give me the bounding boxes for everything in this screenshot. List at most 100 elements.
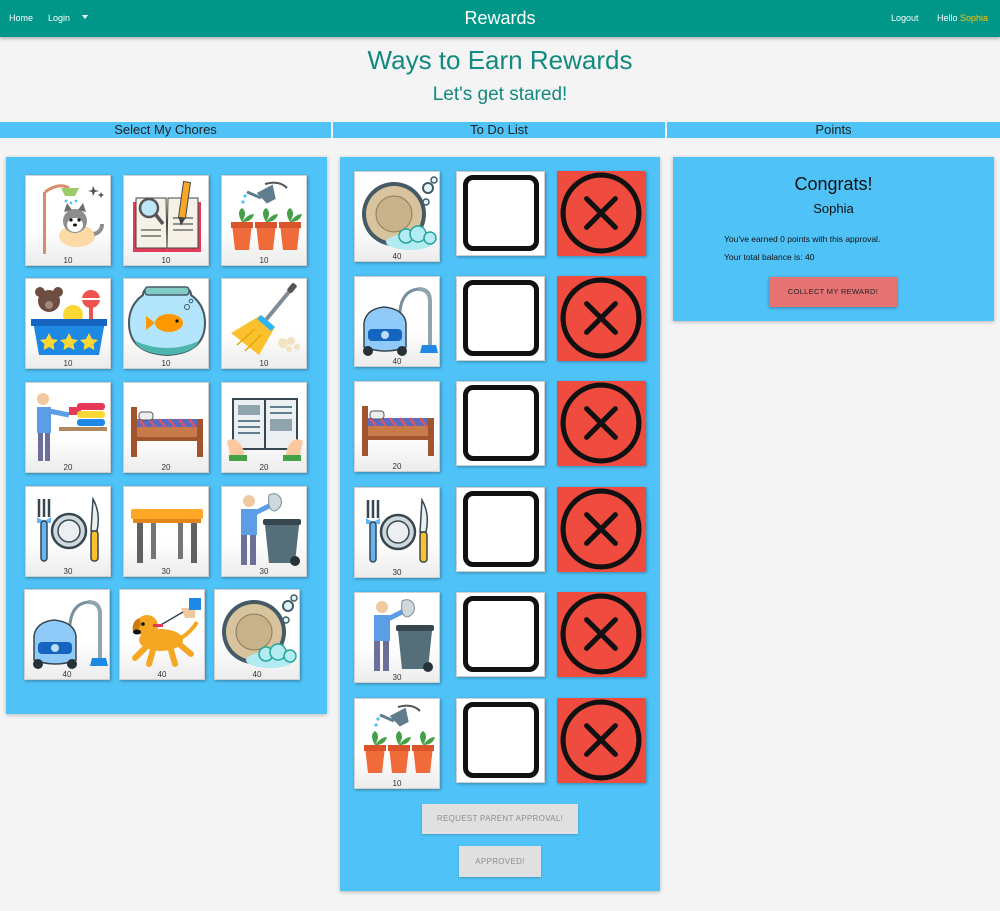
total-balance-text: Your total balance is: 40 [724, 252, 815, 262]
chore-points: 20 [259, 463, 269, 472]
walk-dog-icon [123, 592, 203, 672]
chore-tile[interactable]: 20 [221, 382, 307, 473]
dishes-icon [358, 174, 438, 254]
chore-tile[interactable]: 40 [24, 589, 110, 680]
chore-points: 20 [63, 463, 73, 472]
make-bed-icon [127, 385, 207, 465]
checkbox-square-icon [463, 596, 539, 672]
todo-chore-tile[interactable]: 30 [354, 592, 440, 683]
set-table-icon [29, 489, 109, 569]
chore-tile[interactable]: 10 [25, 278, 111, 369]
checkbox-square-icon [463, 175, 539, 251]
close-circle-icon [560, 172, 642, 254]
app-brand[interactable]: Rewards [0, 8, 1000, 29]
todo-points: 10 [392, 779, 402, 788]
close-circle-icon [560, 593, 642, 675]
set-table-icon [358, 490, 438, 570]
todo-points: 40 [392, 252, 402, 261]
chore-points: 10 [259, 256, 269, 265]
water-plants-icon [225, 178, 305, 258]
remove-button[interactable] [557, 487, 646, 572]
points-header: Points [667, 122, 1000, 138]
todo-points: 20 [392, 462, 402, 471]
chore-tile[interactable]: 40 [119, 589, 205, 680]
trash-icon [358, 595, 438, 675]
chore-tile[interactable]: 40 [214, 589, 300, 680]
todo-chore-tile[interactable]: 20 [354, 381, 440, 472]
checkbox-square-icon [463, 702, 539, 778]
chore-points: 20 [161, 463, 171, 472]
chore-tile[interactable]: 10 [221, 175, 307, 266]
chore-points: 40 [62, 670, 72, 679]
todo-chore-tile[interactable]: 40 [354, 276, 440, 367]
toy-box-icon [29, 281, 109, 361]
chore-points: 10 [63, 256, 73, 265]
remove-button[interactable] [557, 381, 646, 466]
chore-points: 10 [259, 359, 269, 368]
close-circle-icon [560, 699, 642, 781]
request-approval-button[interactable]: REQUEST PARENT APPROVAL! [422, 804, 578, 834]
chore-tile[interactable]: 30 [221, 486, 307, 577]
chore-points: 40 [157, 670, 167, 679]
page-title: Ways to Earn Rewards [367, 45, 633, 75]
reading-icon [225, 385, 305, 465]
laundry-icon [29, 385, 109, 465]
vacuum-icon [358, 279, 438, 359]
todo-points: 30 [392, 673, 402, 682]
chore-tile[interactable]: 10 [123, 175, 209, 266]
chore-points: 10 [63, 359, 73, 368]
make-bed-icon [358, 384, 438, 464]
checkbox-square-icon [463, 385, 539, 461]
dishes-icon [218, 592, 298, 672]
greeting-label: Hello [937, 13, 958, 23]
congrats-user-name: Sophia [813, 201, 854, 216]
complete-checkbox[interactable] [456, 592, 545, 677]
select-chores-header: Select My Chores [0, 122, 331, 138]
chore-tile[interactable]: 10 [25, 175, 111, 266]
complete-checkbox[interactable] [456, 381, 545, 466]
chore-tile[interactable]: 10 [123, 278, 209, 369]
chore-tile[interactable]: 20 [123, 382, 209, 473]
fish-bowl-icon [127, 281, 207, 361]
water-plants-icon [358, 701, 438, 781]
broom-icon [225, 281, 305, 361]
complete-checkbox[interactable] [456, 698, 545, 783]
top-navbar: Home Login Rewards Logout Hello Sophia [0, 0, 1000, 37]
dog-bath-icon [29, 178, 109, 258]
chore-tile[interactable]: 30 [25, 486, 111, 577]
todo-chore-tile[interactable]: 10 [354, 698, 440, 789]
todo-points: 40 [392, 357, 402, 366]
complete-checkbox[interactable] [456, 276, 545, 361]
collect-reward-button[interactable]: COLLECT MY REWARD! [769, 277, 897, 307]
remove-button[interactable] [557, 276, 646, 361]
todo-chore-tile[interactable]: 30 [354, 487, 440, 578]
checkbox-square-icon [463, 491, 539, 567]
homework-icon [127, 178, 207, 258]
table-icon [127, 489, 207, 569]
nav-logout-link[interactable]: Logout [891, 13, 919, 23]
remove-button[interactable] [557, 698, 646, 783]
trash-icon [225, 489, 305, 569]
chore-points: 30 [161, 567, 171, 576]
chore-points: 30 [259, 567, 269, 576]
remove-button[interactable] [557, 592, 646, 677]
remove-button[interactable] [557, 171, 646, 256]
chore-tile[interactable]: 10 [221, 278, 307, 369]
chore-tile[interactable]: 20 [25, 382, 111, 473]
todo-chore-tile[interactable]: 40 [354, 171, 440, 262]
complete-checkbox[interactable] [456, 171, 545, 256]
page-subtitle: Let's get stared! [432, 84, 568, 105]
chore-tile[interactable]: 30 [123, 486, 209, 577]
approved-button[interactable]: APPROVED! [459, 846, 541, 877]
chore-points: 10 [161, 359, 171, 368]
nav-greeting: Hello Sophia [937, 13, 988, 23]
user-name: Sophia [960, 13, 989, 23]
chore-points: 40 [252, 670, 262, 679]
vacuum-icon [28, 592, 108, 672]
complete-checkbox[interactable] [456, 487, 545, 572]
todo-points: 30 [392, 568, 402, 577]
close-circle-icon [560, 382, 642, 464]
close-circle-icon [560, 488, 642, 570]
chore-points: 30 [63, 567, 73, 576]
points-earned-text: You've earned 0 points with this approva… [724, 234, 881, 244]
